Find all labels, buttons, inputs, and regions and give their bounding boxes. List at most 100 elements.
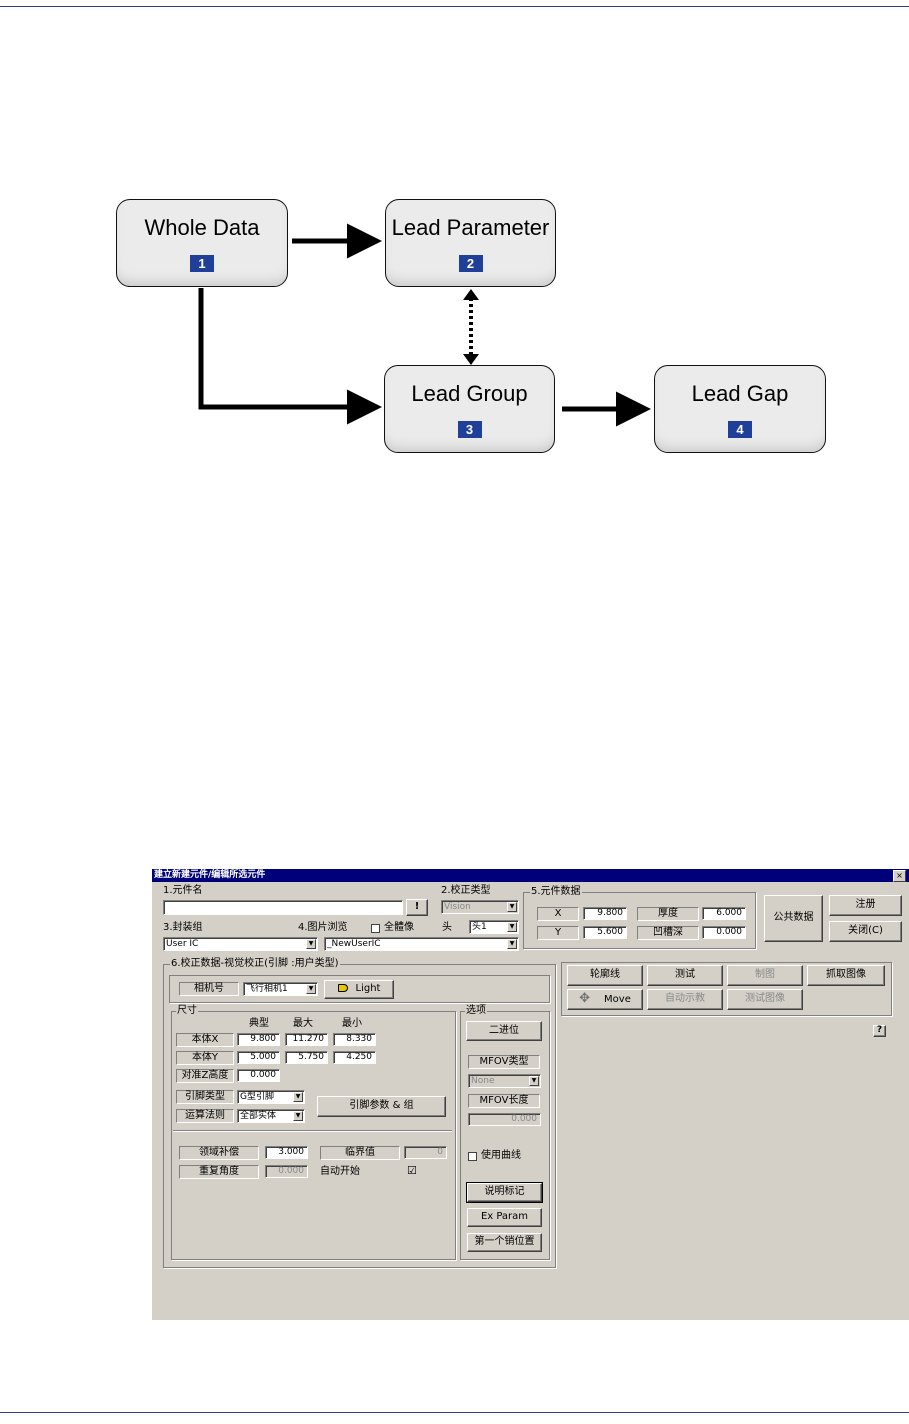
- register-button[interactable]: 注册: [829, 895, 902, 916]
- auto-start-checkbox[interactable]: ☑: [407, 1165, 417, 1177]
- package-group-select[interactable]: User IC ▼: [163, 937, 318, 951]
- use-curve-label: 使用曲线: [481, 1150, 521, 1161]
- public-data-button[interactable]: 公共数据: [764, 895, 823, 942]
- node-whole-data: Whole Data 1: [116, 199, 288, 287]
- body-y-caption: 本体Y: [176, 1051, 234, 1065]
- body-y-min-input[interactable]: 4.250: [333, 1051, 376, 1064]
- binary-button[interactable]: 二进位: [466, 1021, 542, 1041]
- ex-param-button[interactable]: Ex Param: [467, 1208, 542, 1227]
- node-lead-parameter: Lead Parameter 2: [385, 199, 556, 287]
- node-title: Lead Parameter: [391, 215, 550, 240]
- node-number-badge: 2: [458, 255, 483, 272]
- align-z-caption: 对准Z高度: [176, 1069, 234, 1083]
- lead-type-select[interactable]: G型引脚 ▼: [237, 1090, 305, 1104]
- lead-type-caption: 引脚类型: [176, 1090, 234, 1104]
- mfov-type-value: None: [471, 1076, 495, 1086]
- component-name-input[interactable]: [163, 900, 403, 915]
- component-dialog: 建立新建元件/编辑所选元件 × 1.元件名 ! 2.校正类型 Vision ▼ …: [152, 869, 909, 1320]
- f2-label: 2.校正类型: [441, 885, 491, 896]
- body-y-max-input[interactable]: 5.750: [285, 1051, 328, 1064]
- dashed-arrowhead-down: [463, 354, 479, 365]
- help-icon[interactable]: ?: [873, 1025, 886, 1037]
- algorithm-select[interactable]: 全部实体 ▼: [237, 1109, 305, 1123]
- camera-value: 飞行相机1: [246, 984, 288, 994]
- f4-label: 4.图片浏览: [298, 922, 348, 933]
- mfov-type-caption: MFOV类型: [468, 1055, 540, 1069]
- node-title: Lead Group: [411, 381, 528, 406]
- body-x-min-input[interactable]: 8.330: [333, 1033, 376, 1046]
- picture-select[interactable]: _NewUserIC ▼: [324, 937, 519, 951]
- y-input[interactable]: 5.600: [583, 926, 627, 939]
- camera-caption: 相机号: [179, 982, 239, 996]
- body-x-caption: 本体X: [176, 1033, 234, 1047]
- test-image-button[interactable]: 测试图像: [727, 989, 803, 1010]
- light-button[interactable]: Light: [324, 980, 394, 999]
- footer-rule: [0, 1412, 909, 1413]
- full-image-checkbox[interactable]: [371, 924, 380, 933]
- thickness-input[interactable]: 6.000: [702, 907, 746, 920]
- lead-type-value: G型引脚: [240, 1092, 274, 1102]
- component-data-group: 5.元件数据 X 9.800 厚度 6.000 Y 5.600 凹槽深 0.00…: [523, 886, 756, 949]
- node-title: Whole Data: [144, 215, 260, 240]
- mfov-length-input[interactable]: 0.000: [468, 1113, 541, 1126]
- close-icon[interactable]: ×: [893, 870, 906, 882]
- threshold-input[interactable]: 0: [404, 1146, 447, 1159]
- chevron-down-icon: ▼: [306, 939, 316, 949]
- align-z-input[interactable]: 0.000: [237, 1069, 280, 1082]
- node-title: Lead Gap: [691, 381, 789, 406]
- autoteach-button[interactable]: 自动示教: [647, 989, 723, 1010]
- picture-value: _NewUserIC: [327, 939, 381, 949]
- mfov-length-caption: MFOV长度: [468, 1094, 540, 1108]
- chevron-down-icon: ▼: [293, 1111, 303, 1121]
- repeat-input[interactable]: 0.000: [265, 1165, 308, 1178]
- close-button[interactable]: 关闭(C): [829, 921, 902, 942]
- draw-button[interactable]: 制图: [727, 965, 803, 986]
- body-x-typical-input[interactable]: 9.800: [237, 1033, 280, 1046]
- dashed-arrowhead-up: [463, 289, 479, 300]
- arrow-whole-to-group: [198, 288, 382, 425]
- dialog-titlebar: 建立新建元件/编辑所选元件 ×: [152, 869, 909, 882]
- recess-input[interactable]: 0.000: [702, 926, 746, 939]
- recess-caption: 凹槽深: [637, 926, 699, 940]
- body-x-max-input[interactable]: 11.270: [285, 1033, 328, 1046]
- head-select[interactable]: 头1 ▼: [469, 920, 519, 934]
- correction-type-select[interactable]: Vision ▼: [441, 900, 519, 914]
- chevron-down-icon: ▼: [293, 1092, 303, 1102]
- col-typical: 典型: [249, 1018, 269, 1029]
- move-button[interactable]: ✥ Move: [567, 989, 643, 1010]
- correction-type-value: Vision: [444, 902, 471, 912]
- x-input[interactable]: 9.800: [583, 907, 627, 920]
- test-button[interactable]: 测试: [647, 965, 723, 986]
- first-pin-button[interactable]: 第一个销位置: [467, 1233, 542, 1252]
- chevron-down-icon: ▼: [507, 922, 517, 932]
- component-name-button[interactable]: !: [406, 899, 428, 916]
- desc-mark-button[interactable]: 说明标记: [466, 1182, 543, 1203]
- y-caption: Y: [537, 926, 579, 940]
- comp-input[interactable]: 3.000: [265, 1146, 308, 1159]
- body-y-typical-input[interactable]: 5.000: [237, 1051, 280, 1064]
- contour-button[interactable]: 轮廓线: [567, 965, 643, 986]
- group-title: 6.校正数据-视觉校正(引脚 :用户类型): [170, 958, 340, 970]
- full-image-label: 全體像: [384, 922, 414, 933]
- bulb-icon: [337, 984, 348, 992]
- thickness-caption: 厚度: [637, 907, 699, 921]
- group-title: 选项: [465, 1005, 487, 1017]
- chevron-down-icon: ▼: [507, 939, 517, 949]
- use-curve-checkbox[interactable]: [468, 1152, 477, 1161]
- col-min: 最小: [342, 1018, 362, 1029]
- camera-select[interactable]: 飞行相机1 ▼: [243, 982, 318, 996]
- mfov-type-select[interactable]: None ▼: [468, 1074, 541, 1088]
- size-group: 尺寸: [171, 1005, 456, 1260]
- node-number-badge: 3: [457, 421, 482, 438]
- auto-start-label: 自动开始: [320, 1166, 360, 1177]
- size-divider: [173, 1130, 452, 1132]
- algorithm-value: 全部实体: [240, 1111, 277, 1121]
- grab-image-button[interactable]: 抓取图像: [807, 965, 885, 986]
- node-number-badge: 1: [190, 255, 214, 272]
- node-lead-group: Lead Group 3: [384, 365, 555, 453]
- light-label: Light: [355, 983, 381, 994]
- comp-caption: 领域补偿: [179, 1146, 259, 1160]
- lead-param-group-button[interactable]: 引脚参数 & 组: [317, 1096, 446, 1117]
- move-label: Move: [604, 994, 631, 1005]
- algorithm-caption: 运算法则: [176, 1109, 234, 1123]
